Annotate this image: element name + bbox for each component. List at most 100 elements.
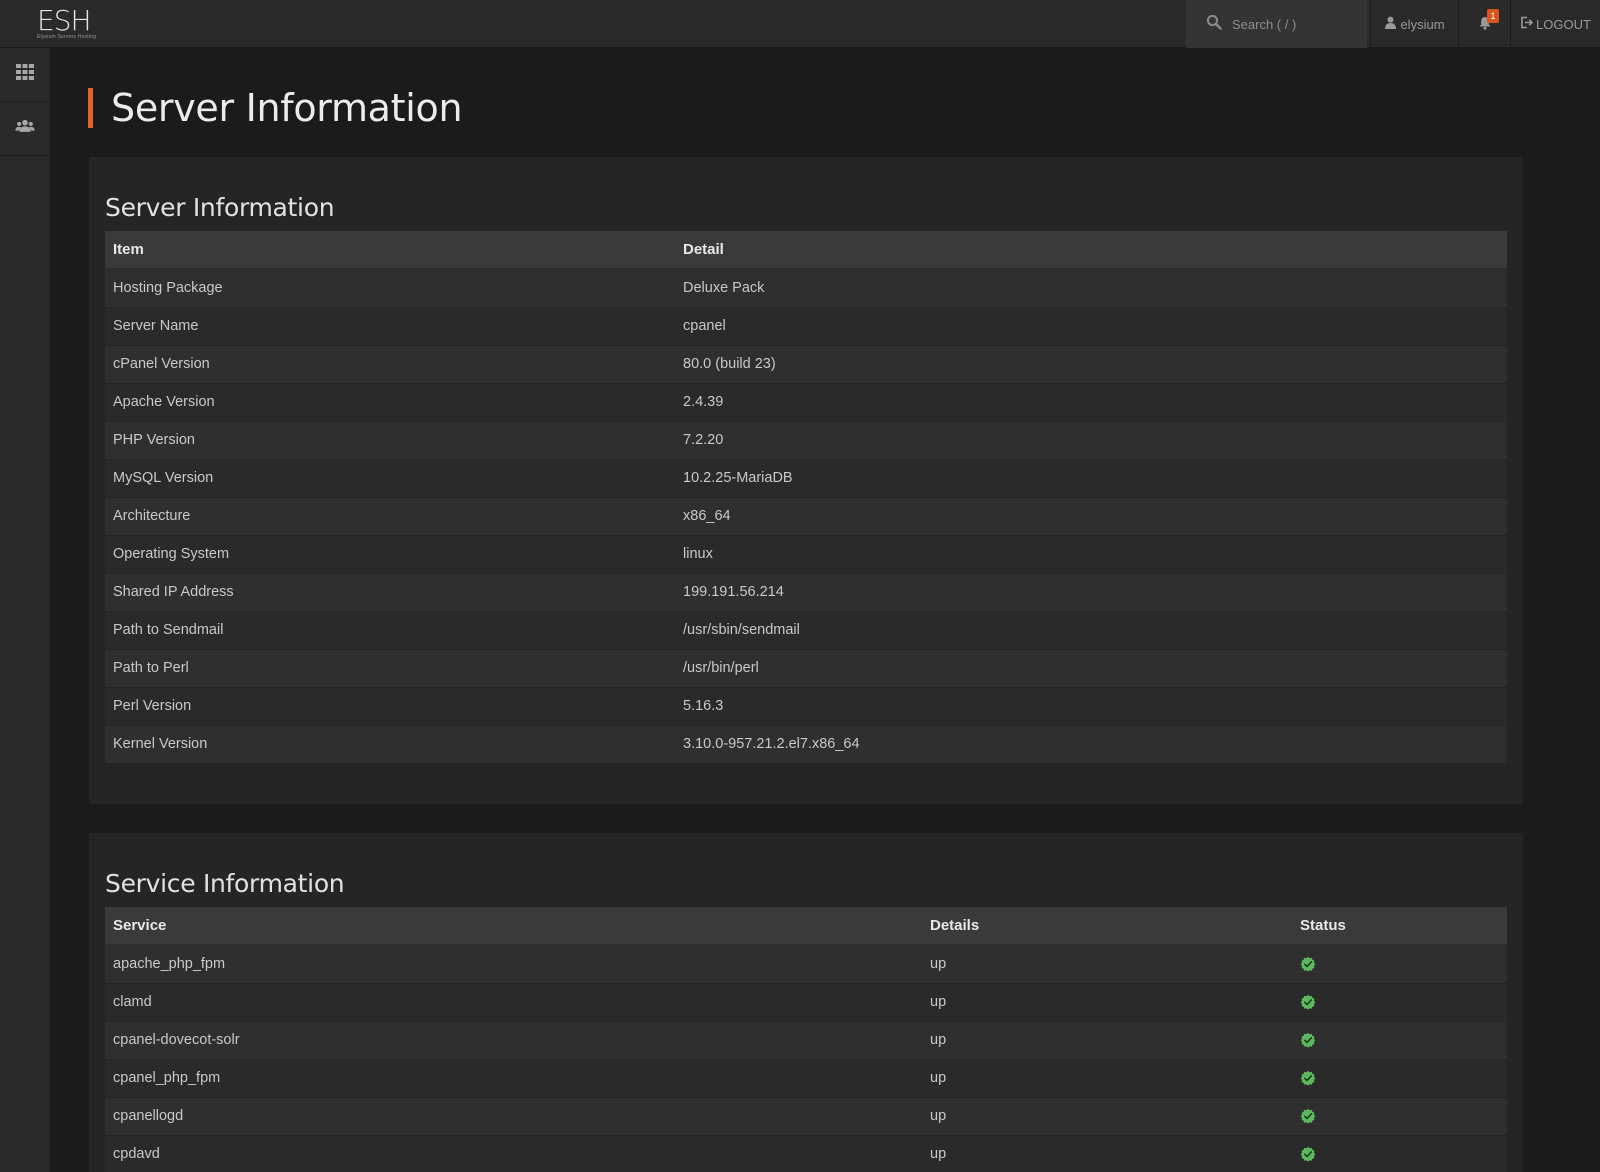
service-cell: cpdavd [105, 1134, 922, 1172]
status-cell [1292, 982, 1507, 1021]
item-cell: Hosting Package [105, 268, 675, 307]
status-ok-icon [1300, 994, 1499, 1010]
table-row: PHP Version 7.2.20 [105, 420, 1507, 459]
item-cell: Architecture [105, 496, 675, 535]
detail-cell: 5.16.3 [675, 686, 1507, 725]
details-cell: up [922, 944, 1292, 983]
detail-cell: 199.191.56.214 [675, 572, 1507, 611]
service-cell: cpanellogd [105, 1096, 922, 1135]
item-cell: Perl Version [105, 686, 675, 725]
table-row: Architecture x86_64 [105, 496, 1507, 535]
details-cell: up [922, 982, 1292, 1021]
item-cell: Shared IP Address [105, 572, 675, 611]
service-cell: cpanel_php_fpm [105, 1058, 922, 1097]
user-icon [1384, 16, 1400, 32]
details-cell: up [922, 1096, 1292, 1135]
table-header-row: Item Detail [105, 231, 1507, 270]
table-row: MySQL Version 10.2.25-MariaDB [105, 458, 1507, 497]
server-info-heading: Server Information [105, 193, 335, 222]
users-icon [15, 117, 35, 140]
detail-cell: cpanel [675, 306, 1507, 345]
table-row: Server Name cpanel [105, 306, 1507, 345]
table-row: cpanel_php_fpm up [105, 1058, 1507, 1097]
service-info-panel: Service Information Service Details Stat… [89, 833, 1523, 1172]
item-cell: Apache Version [105, 382, 675, 421]
detail-cell: Deluxe Pack [675, 268, 1507, 307]
logo-tagline: Elysium Servers Hosting [37, 34, 97, 40]
column-header-service[interactable]: Service [105, 907, 922, 946]
detail-cell: 10.2.25-MariaDB [675, 458, 1507, 497]
table-header-row: Service Details Status [105, 907, 1507, 946]
service-cell: clamd [105, 982, 922, 1021]
details-cell: up [922, 1058, 1292, 1097]
page-title: Server Information [88, 88, 463, 128]
detail-cell: 2.4.39 [675, 382, 1507, 421]
item-cell: cPanel Version [105, 344, 675, 383]
item-cell: Path to Perl [105, 648, 675, 687]
table-row: cpanel-dovecot-solr up [105, 1020, 1507, 1059]
search-input[interactable] [1232, 16, 1362, 32]
item-cell: Operating System [105, 534, 675, 573]
column-header-details[interactable]: Details [922, 907, 1292, 946]
user-menu[interactable]: elysium [1370, 0, 1458, 48]
service-cell: cpanel-dovecot-solr [105, 1020, 922, 1059]
status-cell [1292, 1020, 1507, 1059]
table-row: Path to Sendmail/usr/sbin/sendmail [105, 610, 1507, 649]
status-cell [1292, 1096, 1507, 1135]
table-row: apache_php_fpm up [105, 944, 1507, 983]
detail-cell: linux [675, 534, 1507, 573]
sidebar-item-home[interactable] [0, 48, 50, 102]
details-cell: up [922, 1020, 1292, 1059]
detail-cell: /usr/bin/perl [675, 648, 1507, 687]
table-row: cPanel Version 80.0 (build 23) [105, 344, 1507, 383]
search-icon [1206, 14, 1222, 35]
table-row: Operating System linux [105, 534, 1507, 573]
sidebar-item-users[interactable] [0, 102, 50, 156]
server-info-panel: Server Information Item Detail Hosting P… [89, 157, 1523, 804]
server-info-table: Item Detail Hosting Package Deluxe Pack S… [105, 231, 1507, 763]
service-cell: apache_php_fpm [105, 944, 922, 983]
logo[interactable]: ESH Elysium Servers Hosting [37, 4, 97, 41]
notification-badge: 1 [1487, 9, 1499, 23]
item-cell: Server Name [105, 306, 675, 345]
status-cell [1292, 1058, 1507, 1097]
logo-text: ESH [37, 4, 92, 37]
top-bar: ESH Elysium Servers Hosting elysium 1 LO… [0, 0, 1600, 48]
table-row: Hosting Package Deluxe Pack [105, 268, 1507, 307]
logout-icon [1520, 16, 1536, 32]
column-header-status[interactable]: Status [1292, 907, 1507, 946]
detail-cell: 3.10.0-957.21.2.el7.x86_64 [675, 724, 1507, 763]
search-box [1186, 0, 1367, 48]
table-row: Perl Version 5.16.3 [105, 686, 1507, 725]
table-row: cpdavd up [105, 1134, 1507, 1172]
logout-label: LOGOUT [1536, 16, 1591, 32]
logout-button[interactable]: LOGOUT [1510, 0, 1600, 48]
status-ok-icon [1300, 1146, 1499, 1162]
status-cell [1292, 1134, 1507, 1172]
table-row: cpanellogd up [105, 1096, 1507, 1135]
column-header-detail[interactable]: Detail [675, 231, 1507, 270]
detail-cell: x86_64 [675, 496, 1507, 535]
service-info-heading: Service Information [105, 869, 345, 898]
table-row: Path to Perl/usr/bin/perl [105, 648, 1507, 687]
grid-icon [15, 63, 35, 86]
detail-cell: 80.0 (build 23) [675, 344, 1507, 383]
item-cell: MySQL Version [105, 458, 675, 497]
status-ok-icon [1300, 1070, 1499, 1086]
status-ok-icon [1300, 956, 1499, 972]
column-header-item[interactable]: Item [105, 231, 675, 270]
status-ok-icon [1300, 1032, 1499, 1048]
user-name: elysium [1400, 16, 1445, 32]
detail-cell: 7.2.20 [675, 420, 1507, 459]
notifications-button[interactable]: 1 [1458, 0, 1510, 48]
item-cell: Path to Sendmail [105, 610, 675, 649]
table-row: Shared IP Address 199.191.56.214 [105, 572, 1507, 611]
service-info-table: Service Details Status apache_php_fpm up … [105, 907, 1507, 1172]
table-row: clamd up [105, 982, 1507, 1021]
status-ok-icon [1300, 1108, 1499, 1124]
sidebar [0, 48, 51, 1172]
table-row: Kernel Version 3.10.0-957.21.2.el7.x86_64 [105, 724, 1507, 763]
item-cell: PHP Version [105, 420, 675, 459]
table-row: Apache Version 2.4.39 [105, 382, 1507, 421]
details-cell: up [922, 1134, 1292, 1172]
